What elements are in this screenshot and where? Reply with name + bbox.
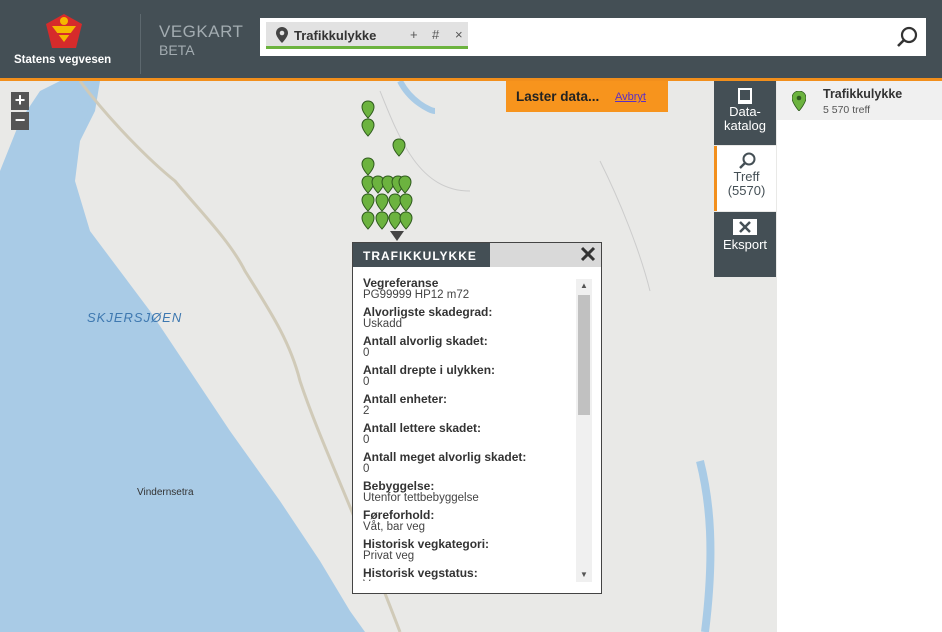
result-count: 5 570 treff <box>823 104 871 116</box>
app-header: Statens vegvesen VEGKART BETA Trafikkuly… <box>0 0 942 78</box>
attribute-value: 0 <box>363 434 370 446</box>
attribute-value: 2 <box>363 405 370 417</box>
popup-header: TRAFIKKULYKKE <box>353 243 601 267</box>
tab-datakatalog-label: Data- katalog <box>724 104 766 133</box>
search-chip[interactable]: Trafikkulykke + # × <box>266 22 468 49</box>
cancel-loading-link[interactable]: Avbryt <box>615 91 646 103</box>
attribute-name: Bebyggelse: <box>363 479 435 493</box>
loading-banner: Laster data... Avbryt <box>506 81 668 112</box>
tab-eksport[interactable]: Eksport <box>714 212 776 277</box>
org-name: Statens vegvesen <box>14 54 112 66</box>
attribute-name: Vegreferanse <box>363 277 439 290</box>
attribute-value: Våt, bar veg <box>363 521 426 533</box>
zoom-out-button[interactable]: − <box>11 111 29 130</box>
close-icon[interactable] <box>579 245 597 263</box>
attribute-name: Alvorligste skadegrad: <box>363 305 493 319</box>
map-pin-icon <box>792 91 806 111</box>
attribute-name: Antall drepte i ulykken: <box>363 363 496 377</box>
header-divider <box>140 14 141 74</box>
attribute-name: Antall enheter: <box>363 392 448 406</box>
loading-text: Laster data... <box>516 89 600 104</box>
org-logo[interactable]: Statens vegvesen <box>10 8 128 70</box>
popup-attributes: Vegreferanse PG99999 HP12 m72 Alvorligste … <box>353 277 577 581</box>
lake-label: SKJERSJØEN <box>87 310 183 325</box>
popup-scrollbar[interactable]: ▲ ▼ <box>576 279 592 582</box>
attribute-value: Uskadd <box>363 318 402 330</box>
chip-add-button[interactable]: + <box>410 27 418 42</box>
attribute-value: 0 <box>363 463 370 475</box>
place-label: Vindernsetra <box>137 487 194 498</box>
attribute-name: Historisk vegkategori: <box>363 537 490 551</box>
search-icon <box>738 152 755 169</box>
attribute-value: 0 <box>363 347 370 359</box>
attribute-name: Antall lettere skadet: <box>363 421 482 435</box>
attribute-value: Privat veg <box>363 550 415 562</box>
tab-treff-count: (5570) <box>727 183 766 198</box>
chip-label: Trafikkulykke <box>294 28 377 43</box>
accident-markers <box>361 100 413 230</box>
book-icon <box>738 88 752 104</box>
results-panel: Trafikkulykke 5 570 treff <box>777 81 942 632</box>
map-canvas[interactable]: + − SKJERSJØEN Vindernsetra Laster data.… <box>0 81 777 632</box>
shield-icon <box>46 14 82 48</box>
scroll-up-icon[interactable]: ▲ <box>576 279 592 293</box>
chip-remove-button[interactable]: × <box>455 27 463 42</box>
tab-eksport-label: Eksport <box>722 237 768 252</box>
attribute-name: Føreforhold: <box>363 508 435 522</box>
zoom-in-button[interactable]: + <box>11 91 29 110</box>
attribute-value: Utenfor tettbebyggelse <box>363 492 479 504</box>
popup-title: TRAFIKKULYKKE <box>353 243 490 267</box>
feature-popup: TRAFIKKULYKKE Vegreferanse PG99999 HP12 m… <box>352 242 602 594</box>
app-title: VEGKART <box>159 22 244 41</box>
export-icon <box>733 219 757 235</box>
chip-hash-button[interactable]: # <box>432 27 439 42</box>
scroll-thumb[interactable] <box>578 295 590 415</box>
search-box[interactable]: Trafikkulykke + # × <box>260 18 926 56</box>
result-name: Trafikkulykke <box>823 87 903 101</box>
attribute-value: 0 <box>363 376 370 388</box>
map-pin-icon <box>276 27 288 43</box>
tab-treff[interactable]: Treff (5570) <box>714 146 776 211</box>
result-item[interactable]: Trafikkulykke 5 570 treff <box>777 81 942 120</box>
scroll-down-icon[interactable]: ▼ <box>576 568 592 582</box>
app-subtitle: BETA <box>159 42 195 58</box>
tab-treff-label: Treff <box>733 169 760 184</box>
attribute-name: Antall meget alvorlig skadet: <box>363 450 527 464</box>
attribute-name: Historisk vegstatus: <box>363 566 478 580</box>
attribute-name: Antall alvorlig skadet: <box>363 334 488 348</box>
attribute-value: PG99999 HP12 m72 <box>363 289 470 301</box>
search-icon[interactable] <box>896 26 918 48</box>
tab-datakatalog[interactable]: Data- katalog <box>714 81 776 145</box>
